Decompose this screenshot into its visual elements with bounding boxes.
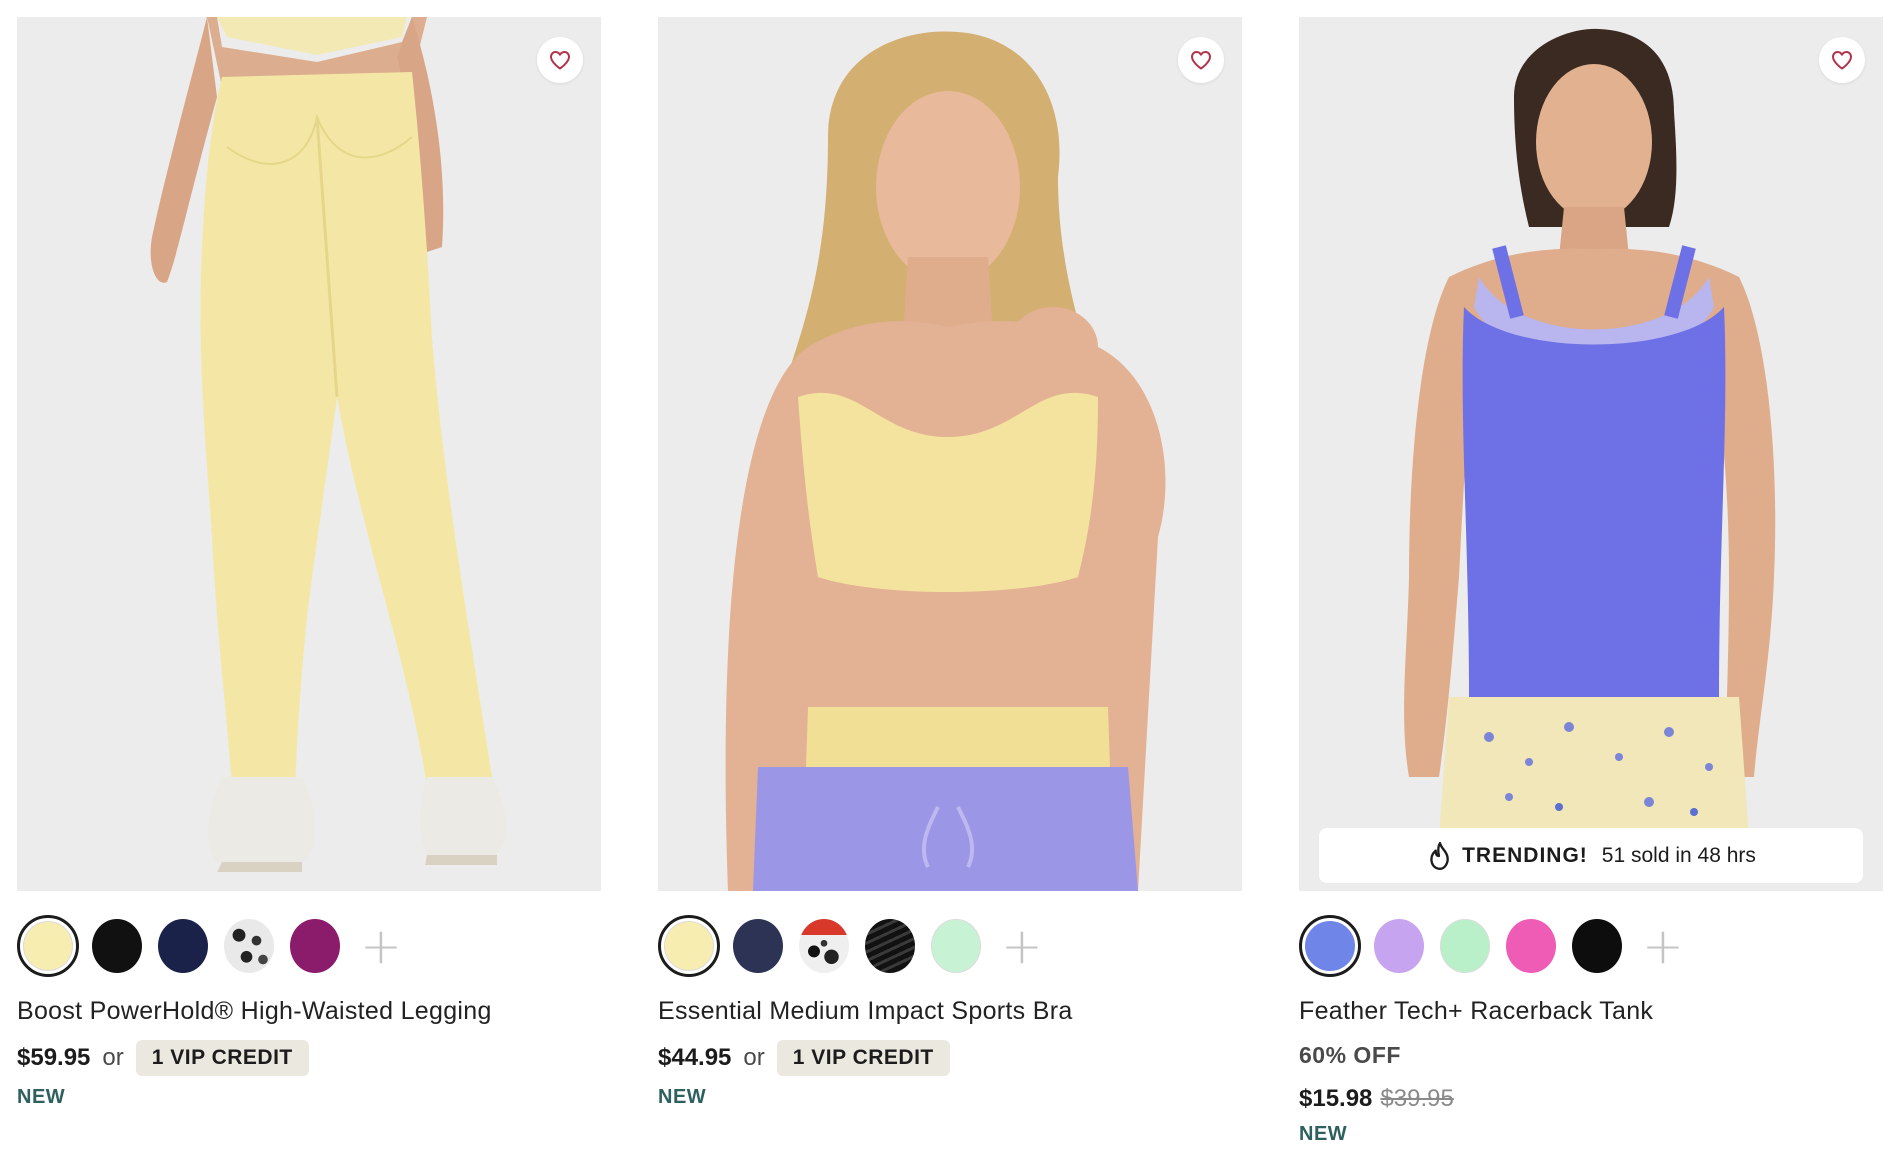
new-badge: NEW xyxy=(1299,1123,1348,1145)
heart-outline-icon xyxy=(1832,51,1852,70)
more-colors-plus-icon[interactable]: + xyxy=(994,918,1050,974)
legging-model-photo xyxy=(17,17,601,891)
new-badge: NEW xyxy=(17,1086,66,1108)
swatch-periwinkle[interactable] xyxy=(1299,915,1361,977)
color-swatches: + xyxy=(1299,915,1883,977)
swatch-pink[interactable] xyxy=(1503,918,1559,974)
product-card-legging: + Boost PowerHold® High-Waisted Legging … xyxy=(17,17,601,1109)
or-label: or xyxy=(102,1044,124,1071)
product-image[interactable]: TRENDING! 51 sold in 48 hrs xyxy=(1299,17,1883,891)
price-row: $59.95 or 1 VIP CREDIT xyxy=(17,1040,601,1076)
product-image[interactable] xyxy=(658,17,1242,891)
swatch-navy[interactable] xyxy=(155,918,211,974)
trending-banner: TRENDING! 51 sold in 48 hrs xyxy=(1319,828,1863,883)
swatch-plum[interactable] xyxy=(287,918,343,974)
swatch-animal-print[interactable] xyxy=(796,918,852,974)
favorite-button[interactable] xyxy=(537,37,583,83)
or-label: or xyxy=(743,1044,765,1071)
swatch-black-texture[interactable] xyxy=(862,918,918,974)
price: $44.95 xyxy=(658,1044,732,1071)
product-card-tank: TRENDING! 51 sold in 48 hrs + Feather Te… xyxy=(1299,17,1883,1146)
more-colors-plus-icon[interactable]: + xyxy=(353,918,409,974)
trending-text: 51 sold in 48 hrs xyxy=(1601,843,1756,867)
vip-credit-badge: 1 VIP CREDIT xyxy=(776,1040,950,1076)
swatch-lavender[interactable] xyxy=(1371,918,1427,974)
discount-label: 60% OFF xyxy=(1299,1042,1401,1068)
color-swatches: + xyxy=(658,915,1242,977)
product-name[interactable]: Essential Medium Impact Sports Bra xyxy=(658,997,1242,1026)
product-grid: + Boost PowerHold® High-Waisted Legging … xyxy=(0,0,1900,1163)
original-price: $39.95 xyxy=(1380,1085,1454,1112)
swatch-leopard[interactable] xyxy=(221,918,277,974)
sale-price-row: $15.98 $39.95 xyxy=(1299,1085,1883,1113)
more-colors-plus-icon[interactable]: + xyxy=(1635,918,1691,974)
sports-bra-model-photo xyxy=(658,17,1242,891)
swatch-black[interactable] xyxy=(89,918,145,974)
new-badge: NEW xyxy=(658,1086,707,1108)
price: $59.95 xyxy=(17,1044,91,1071)
price-row: $44.95 or 1 VIP CREDIT xyxy=(658,1040,1242,1076)
sale-price: $15.98 xyxy=(1299,1085,1373,1112)
swatch-yellow[interactable] xyxy=(658,915,720,977)
swatch-yellow[interactable] xyxy=(17,915,79,977)
favorite-button[interactable] xyxy=(1178,37,1224,83)
product-name[interactable]: Feather Tech+ Racerback Tank xyxy=(1299,997,1883,1026)
product-card-sports-bra: + Essential Medium Impact Sports Bra $44… xyxy=(658,17,1242,1109)
swatch-mint[interactable] xyxy=(1437,918,1493,974)
vip-credit-badge: 1 VIP CREDIT xyxy=(135,1040,309,1076)
swatch-mint[interactable] xyxy=(928,918,984,974)
flame-icon xyxy=(1426,841,1454,871)
tank-top-model-photo xyxy=(1299,17,1883,891)
swatch-black[interactable] xyxy=(1569,918,1625,974)
heart-outline-icon xyxy=(550,51,570,70)
favorite-button[interactable] xyxy=(1819,37,1865,83)
product-image[interactable] xyxy=(17,17,601,891)
color-swatches: + xyxy=(17,915,601,977)
heart-outline-icon xyxy=(1191,51,1211,70)
trending-label: TRENDING! xyxy=(1462,843,1588,867)
product-name[interactable]: Boost PowerHold® High-Waisted Legging xyxy=(17,997,601,1026)
swatch-navy[interactable] xyxy=(730,918,786,974)
